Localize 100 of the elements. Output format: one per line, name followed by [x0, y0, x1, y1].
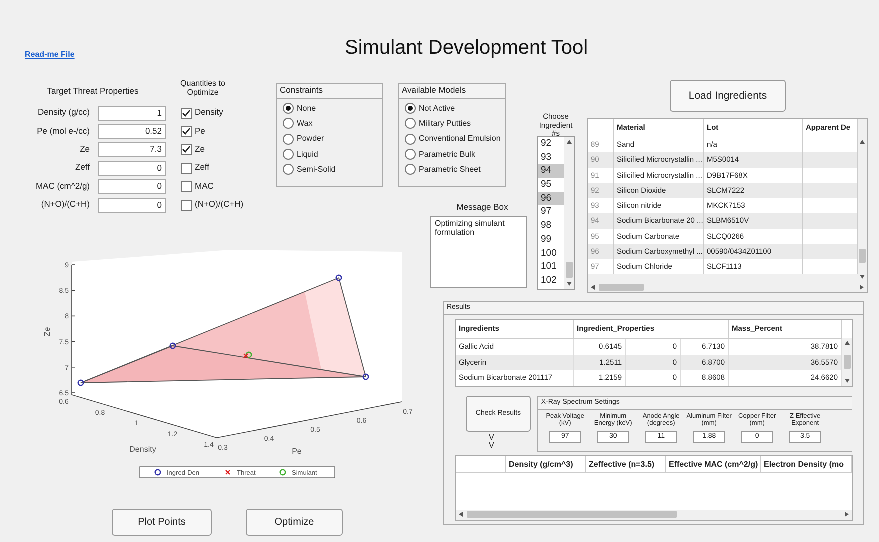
scroll-down-icon[interactable] — [566, 282, 572, 286]
checkbox-label: Ze — [195, 145, 205, 155]
checkbox[interactable] — [181, 200, 192, 211]
list-item[interactable]: 102 — [538, 274, 564, 288]
scroll-up-icon[interactable] — [860, 140, 865, 144]
list-item[interactable]: 99 — [538, 232, 564, 246]
radio-label: Military Putties — [419, 119, 472, 128]
column-header[interactable]: Zeffective (n=3.5) — [586, 456, 666, 473]
axis-label: Density — [130, 445, 156, 454]
radio-label: Semi-Solid — [297, 165, 336, 174]
list-item[interactable]: 93 — [538, 150, 564, 164]
field-label: Pe (mol e-/cc) — [36, 126, 90, 136]
checkbox[interactable] — [181, 162, 192, 174]
checkbox-label: MAC — [195, 182, 214, 192]
scrollbar[interactable] — [564, 137, 574, 289]
list-item[interactable]: 92 — [538, 137, 564, 151]
tick-mark — [72, 341, 76, 342]
checkbox[interactable] — [181, 126, 192, 138]
axis-label: Pe — [292, 447, 302, 456]
checkbox-label: (N+O)/(C+H) — [195, 200, 244, 210]
input-field[interactable]: 7.3 — [98, 142, 166, 158]
radio-button[interactable] — [283, 134, 294, 144]
radio-label: Parametric Bulk — [419, 150, 476, 159]
input-field[interactable]: 1 — [98, 106, 166, 121]
list-item[interactable]: 97 — [538, 205, 564, 220]
tick-mark — [72, 316, 76, 317]
list-item[interactable]: 100 — [538, 246, 564, 260]
action-button[interactable]: Plot Points — [112, 509, 212, 536]
field-label: Message Box — [456, 203, 508, 213]
radio-button[interactable] — [405, 148, 416, 160]
radio-label: Powder — [297, 134, 324, 144]
scroll-left-icon[interactable] — [591, 284, 595, 290]
checkbox-label: Density — [195, 108, 224, 118]
scroll-thumb[interactable] — [859, 249, 866, 263]
checkbox[interactable] — [181, 181, 192, 192]
tick-mark — [72, 264, 76, 266]
scroll-up-icon[interactable] — [566, 140, 572, 144]
radio-button[interactable] — [405, 134, 416, 144]
radio-button[interactable] — [405, 164, 416, 176]
list-item[interactable]: 98 — [538, 219, 564, 233]
section-heading: Quantities to Optimize — [180, 78, 226, 98]
scroll-thumb[interactable] — [566, 262, 572, 278]
tick-mark — [72, 290, 76, 291]
header-cell — [456, 456, 506, 473]
radio-label: Conventional Emulsion — [419, 134, 501, 144]
scroll-thumb[interactable] — [599, 284, 644, 290]
column-header[interactable]: Density (g/cm^3) — [506, 456, 586, 473]
scroll-right-icon[interactable] — [845, 512, 849, 518]
readme-link[interactable]: Read-me File — [25, 50, 75, 59]
radio-button[interactable] — [283, 148, 294, 160]
mark-label: V — [489, 434, 494, 442]
field-label: Zeff — [74, 163, 90, 174]
scroll-down-icon[interactable] — [844, 378, 850, 383]
mark-label: V — [489, 442, 494, 450]
scrollbar[interactable] — [588, 282, 867, 292]
radio-button[interactable] — [405, 118, 416, 130]
checkbox[interactable] — [181, 144, 192, 156]
radio-label: Not Active — [419, 104, 456, 113]
scrollbar[interactable] — [842, 338, 852, 386]
scroll-up-icon[interactable] — [844, 341, 850, 346]
radio-label: None — [297, 104, 316, 113]
load-button[interactable]: Load Ingredients — [670, 80, 786, 112]
field-label: MAC (cm^2/g) — [34, 182, 90, 192]
field-label: (N+O)/(C+H) — [40, 200, 90, 210]
column-header[interactable]: Electron Density (mo — [761, 456, 852, 473]
header-cell — [588, 119, 614, 137]
scroll-thumb[interactable] — [467, 511, 677, 518]
radio-button[interactable] — [283, 118, 294, 130]
scroll-left-icon[interactable] — [459, 512, 463, 518]
field-label: Density (g/cc) — [37, 108, 90, 118]
input-field[interactable]: 0.52 — [98, 124, 166, 140]
list-item[interactable]: 94 — [538, 164, 564, 178]
input-field[interactable]: 0 — [98, 179, 166, 194]
tick-mark — [72, 367, 76, 368]
scrollbar[interactable] — [456, 510, 852, 520]
radio-label: Liquid — [297, 150, 318, 159]
radio-label: Wax — [297, 119, 313, 128]
threat-point — [244, 354, 248, 358]
action-button[interactable]: Optimize — [246, 509, 343, 536]
list-item[interactable]: 95 — [538, 178, 564, 192]
list-item[interactable]: 101 — [538, 260, 564, 274]
radio-button[interactable] — [283, 164, 294, 176]
input-field[interactable]: 0 — [98, 198, 166, 213]
list-item[interactable]: 96 — [538, 192, 564, 206]
simulant-point — [246, 352, 252, 358]
tick-mark — [72, 392, 76, 394]
scroll-right-icon[interactable] — [860, 284, 864, 290]
list-box[interactable]: 92 93 94 95 96 97 98 99 100 101 102 — [537, 136, 575, 290]
panel-title: Available Models — [399, 84, 505, 99]
section-heading: Target Threat Properties — [46, 87, 140, 98]
checkbox[interactable] — [181, 108, 192, 119]
input-field[interactable]: 0 — [98, 160, 166, 176]
scroll-thumb[interactable] — [844, 354, 851, 369]
radio-button[interactable] — [283, 102, 294, 114]
axis-label: Ze — [43, 327, 52, 337]
checkbox-label: Zeff — [195, 163, 210, 174]
checkbox-label: Pe — [195, 126, 206, 136]
column-header[interactable]: Effective MAC (cm^2/g) — [666, 456, 761, 473]
scroll-down-icon[interactable] — [860, 275, 865, 279]
radio-button[interactable] — [405, 102, 416, 114]
